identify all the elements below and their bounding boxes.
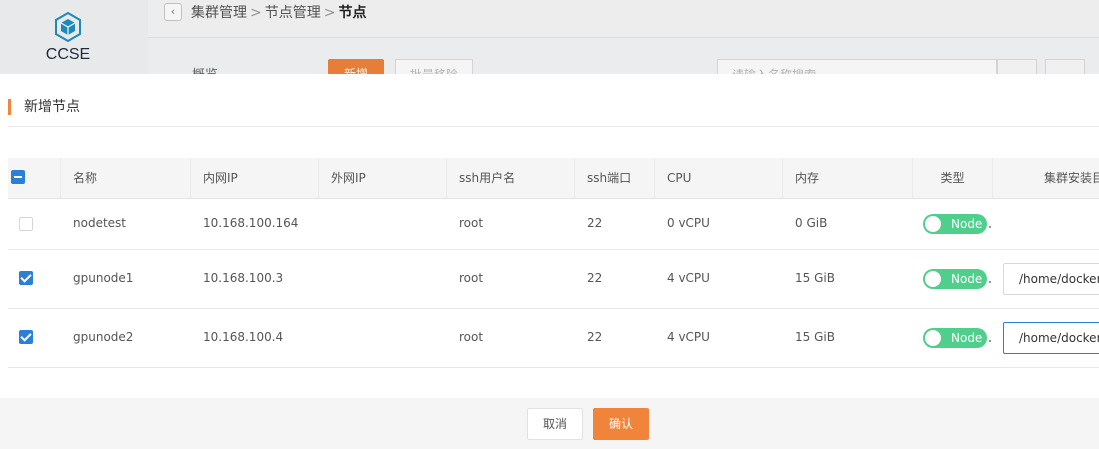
select-all-cell: [8, 158, 61, 198]
node-cpu: 4 vCPU: [667, 330, 710, 344]
node-internal-ip: 10.168.100.164: [203, 216, 299, 230]
separator-dot: [989, 281, 991, 283]
node-internal-ip: 10.168.100.4: [203, 330, 284, 344]
node-ssh-user: root: [459, 330, 484, 344]
dialog-footer: 取消 确认: [0, 398, 1099, 449]
node-type-toggle[interactable]: Node: [923, 214, 987, 234]
node-type-label: Node: [951, 331, 983, 345]
toggle-knob: [925, 330, 941, 346]
row-checkbox[interactable]: [19, 271, 33, 285]
node-name: gpunode1: [73, 271, 134, 285]
separator-dot: [989, 340, 991, 342]
column-header-internal-ip: 内网IP: [191, 158, 319, 198]
node-cpu: 0 vCPU: [667, 216, 710, 230]
node-type-toggle[interactable]: Node: [923, 269, 987, 289]
install-dir-input[interactable]: /home/docker: [1003, 263, 1099, 295]
column-header-cpu: CPU: [655, 158, 783, 198]
row-checkbox[interactable]: [19, 217, 33, 231]
node-ssh-user: root: [459, 271, 484, 285]
node-type-label: Node: [951, 217, 983, 231]
node-internal-ip: 10.168.100.3: [203, 271, 284, 285]
column-header-ssh-port: ssh端口: [575, 158, 655, 198]
node-ssh-port: 22: [587, 216, 603, 230]
add-node-dialog: 新增节点 名称 内网IP 外网IP ssh用户名 ssh端口 CPU 内存 类型…: [0, 74, 1099, 449]
table-row: gpunode1 10.168.100.3 root 22 4 vCPU 15 …: [8, 250, 1099, 309]
confirm-button[interactable]: 确认: [593, 408, 649, 440]
dialog-title: 新增节点: [8, 99, 80, 115]
row-checkbox[interactable]: [19, 330, 33, 344]
separator-dot: [989, 226, 991, 228]
node-name: gpunode2: [73, 330, 134, 344]
toggle-knob: [925, 271, 941, 287]
table-header: 名称 内网IP 外网IP ssh用户名 ssh端口 CPU 内存 类型 集群安装…: [8, 158, 1099, 199]
modal-overlay: [0, 0, 1099, 74]
table-row: nodetest 10.168.100.164 root 22 0 vCPU 0…: [8, 199, 1099, 250]
cancel-button[interactable]: 取消: [527, 408, 583, 440]
node-cpu: 4 vCPU: [667, 271, 710, 285]
column-header-install-dir: 集群安装目录: [1044, 171, 1099, 185]
column-header-memory: 内存: [783, 158, 913, 198]
node-memory: 15 GiB: [795, 271, 835, 285]
install-dir-input[interactable]: /home/docker: [1003, 322, 1099, 354]
node-ssh-user: root: [459, 216, 484, 230]
node-name: nodetest: [73, 216, 126, 230]
node-memory: 15 GiB: [795, 330, 835, 344]
node-type-label: Node: [951, 272, 983, 286]
dialog-divider: [8, 126, 1099, 127]
table-row: gpunode2 10.168.100.4 root 22 4 vCPU 15 …: [8, 309, 1099, 368]
toggle-knob: [925, 216, 941, 232]
column-header-ssh-user: ssh用户名: [447, 158, 575, 198]
column-header-external-ip: 外网IP: [319, 158, 447, 198]
column-header-name: 名称: [61, 158, 191, 198]
node-type-toggle[interactable]: Node: [923, 328, 987, 348]
column-header-type: 类型: [913, 158, 993, 198]
node-memory: 0 GiB: [795, 216, 828, 230]
node-ssh-port: 22: [587, 330, 603, 344]
select-all-checkbox[interactable]: [11, 170, 25, 184]
node-ssh-port: 22: [587, 271, 603, 285]
